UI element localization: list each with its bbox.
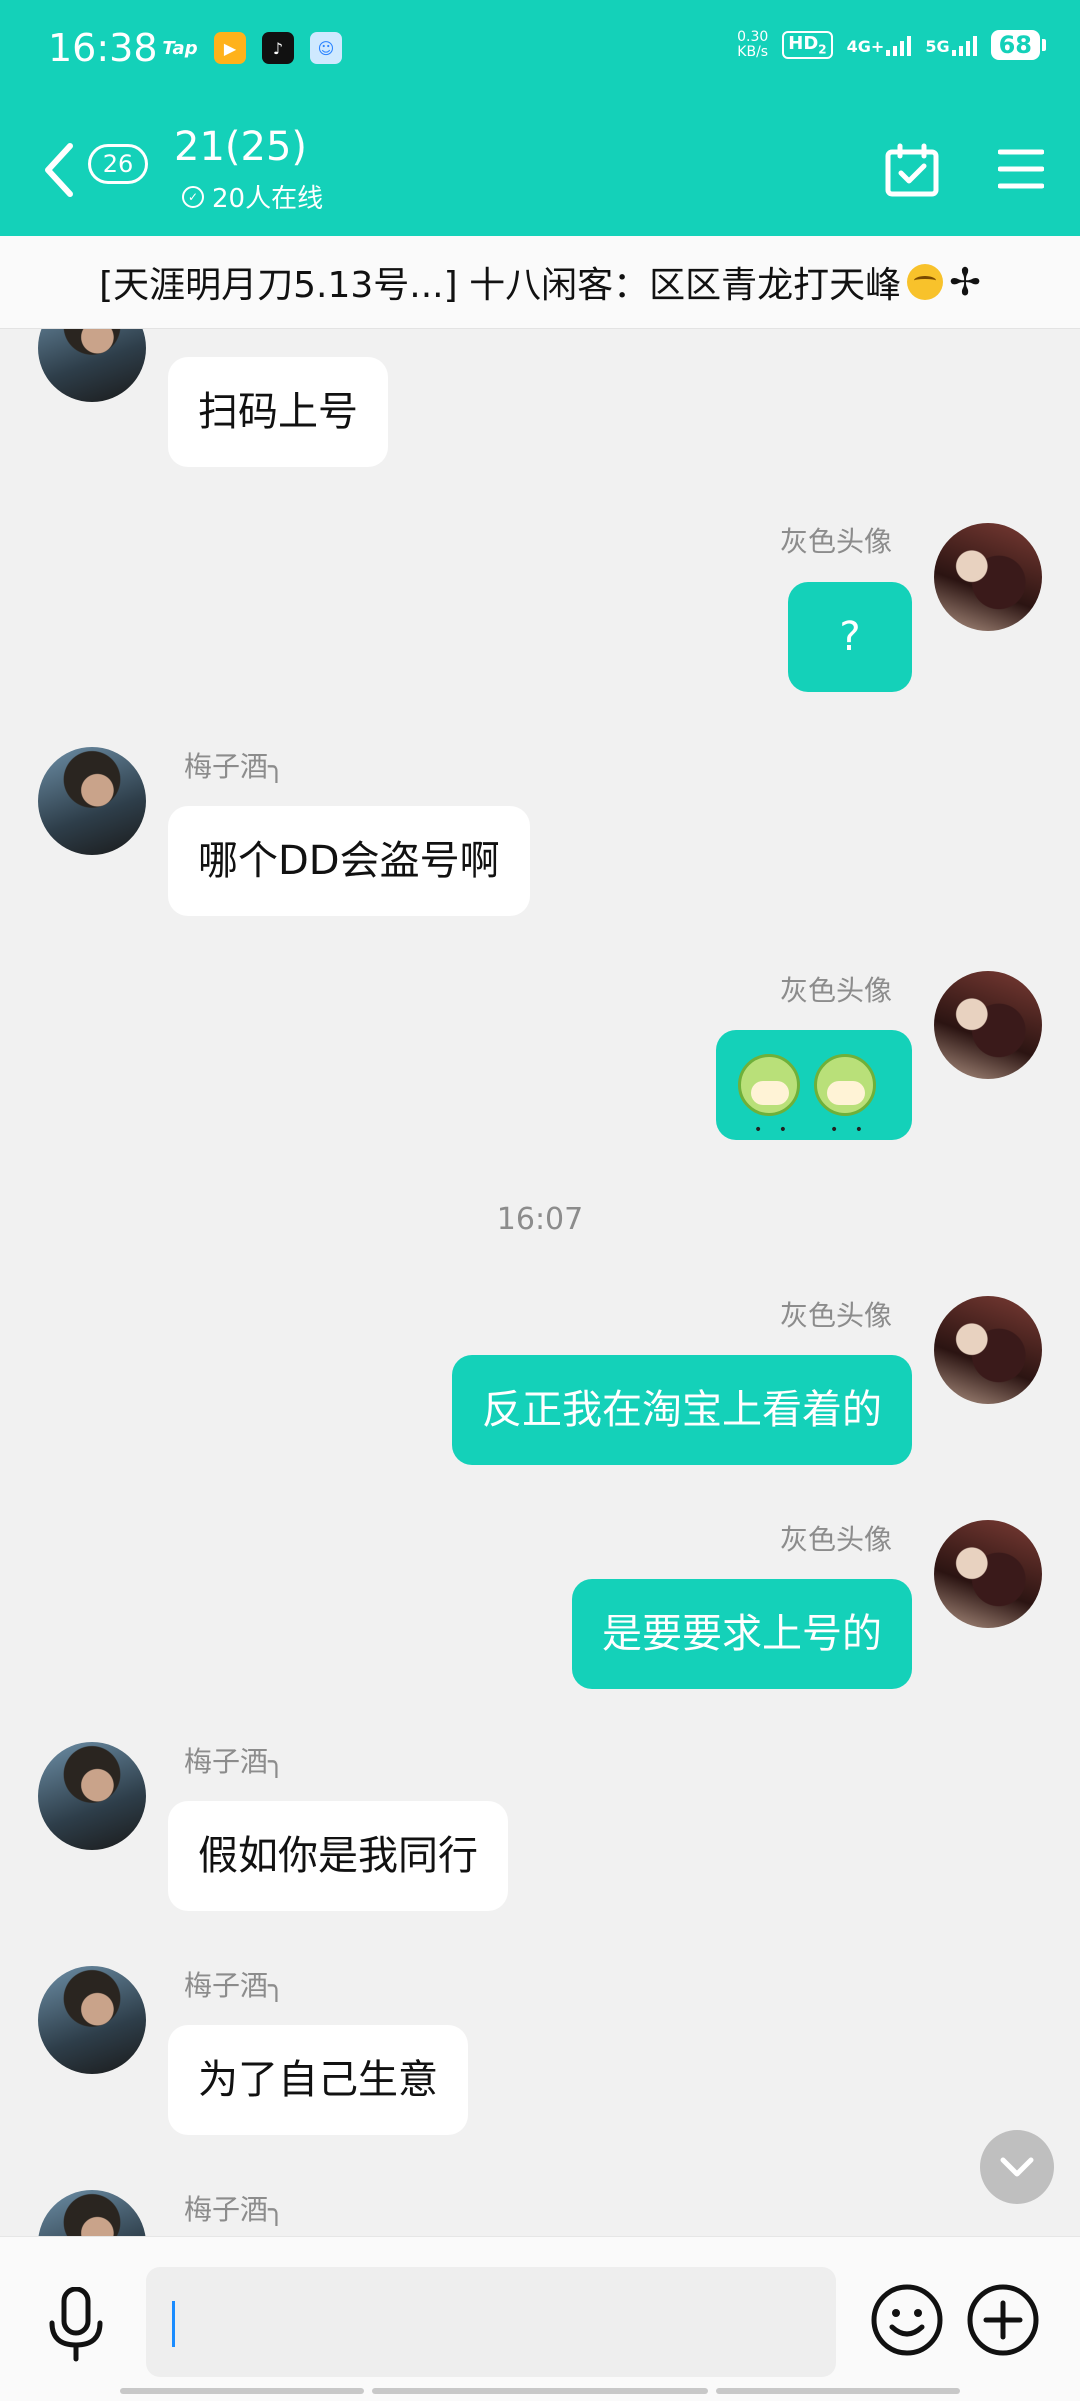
sender-avatar[interactable] (38, 1742, 146, 1850)
my-avatar[interactable] (934, 971, 1042, 1079)
grin-emoji-icon (907, 264, 944, 300)
message-bubble[interactable]: 反正我在淘宝上看着的 (452, 1355, 912, 1465)
signal-5g-label: 5G (925, 37, 950, 56)
sender-name: 灰色头像 (779, 525, 892, 558)
announcement-text: [天涯明月刀5.13号...] 十八闲客：区区青龙打天峰 (99, 265, 902, 306)
network-speed: 0.30 KB/s (737, 30, 768, 60)
message-bubble[interactable]: 为了自己生意 (168, 2025, 468, 2135)
scroll-to-bottom-button[interactable] (980, 2130, 1054, 2204)
hd-label: HD (788, 33, 819, 55)
gesture-bar-segment (120, 2388, 364, 2394)
battery-icon: 68 (990, 30, 1047, 60)
menu-icon[interactable] (998, 146, 1044, 192)
sender-name: 灰色头像 (779, 1299, 892, 1332)
plus-icon[interactable] (966, 2283, 1040, 2357)
hd-sub: 2 (818, 42, 827, 57)
announcement-bar[interactable]: [天涯明月刀5.13号...] 十八闲客：区区青龙打天峰 ✢ (0, 236, 1080, 329)
cabbage-dog-sticker-icon (738, 1054, 800, 1185)
sender-name: 梅子酒╮ (184, 2193, 285, 2226)
cabbage-dog-sticker-icon (814, 1054, 876, 1185)
microphone-icon[interactable] (44, 2287, 108, 2363)
network-speed-unit: KB/s (737, 44, 769, 60)
top-bar: 16:38 Tap ▶ ♪ ☺ 0.30 KB/s HD2 4G+ 5G 68 (0, 0, 1080, 236)
sender-avatar[interactable] (38, 1966, 146, 2074)
tap-app-icon: Tap (162, 37, 198, 59)
message-bubble[interactable]: 哪个DD会盗号啊 (168, 806, 530, 916)
my-avatar[interactable] (934, 1520, 1042, 1628)
message-bubble[interactable]: 扫码上号 (168, 357, 388, 467)
calendar-check-icon[interactable] (884, 142, 940, 198)
text-caret (172, 2301, 175, 2347)
message-bubble[interactable]: 是要要求上号的 (572, 1579, 912, 1689)
sender-name: 梅子酒╮ (184, 1745, 285, 1778)
sender-avatar[interactable] (38, 747, 146, 855)
online-status: ✓ 20人在线 (182, 178, 323, 215)
sender-avatar[interactable] (38, 329, 146, 402)
status-bar: 16:38 Tap ▶ ♪ ☺ 0.30 KB/s HD2 4G+ 5G 68 (0, 0, 1080, 100)
message-bubble[interactable]: 假如你是我同行 (168, 1801, 508, 1911)
message-bubble[interactable]: ? (788, 582, 912, 692)
message-timestamp: 16:07 (496, 1202, 584, 1237)
input-bar (0, 2236, 1080, 2401)
qq-app-icon: ☺ (310, 32, 342, 64)
online-check-icon: ✓ (182, 185, 204, 208)
chat-message-list[interactable]: 扫码上号 灰色头像 ? 梅子酒╮ 哪个DD会盗号啊 灰色头像 16:07 灰色头… (0, 329, 1080, 2236)
sender-name: 灰色头像 (779, 1523, 892, 1556)
back-arrow-icon[interactable] (40, 140, 76, 200)
network-speed-value: 0.30 (737, 29, 769, 45)
anger-emoji-icon: ✢ (949, 260, 981, 304)
sender-name: 梅子酒╮ (184, 750, 285, 783)
sender-name: 灰色头像 (779, 974, 892, 1007)
status-time: 16:38 (48, 26, 158, 70)
chat-header: 26 21(25) ✓ 20人在线 (0, 110, 1080, 236)
sender-name: 梅子酒╮ (184, 1969, 285, 2002)
status-indicators: 0.30 KB/s HD2 4G+ 5G 68 (737, 30, 1047, 60)
signal-5g-icon: 5G (925, 34, 977, 56)
signal-4g-label: 4G+ (846, 37, 885, 56)
group-title: 21(25) (174, 124, 308, 170)
status-app-icons: Tap ▶ ♪ ☺ (162, 32, 342, 64)
emoji-icon[interactable] (870, 2283, 944, 2357)
signal-4g-icon: 4G+ (847, 34, 912, 56)
hd-voice-icon: HD2 (782, 31, 833, 59)
my-avatar[interactable] (934, 523, 1042, 631)
online-count: 20人在线 (212, 184, 324, 214)
tiktok-app-icon: ♪ (262, 32, 294, 64)
message-input[interactable] (146, 2267, 836, 2377)
chevron-down-icon (1000, 2157, 1034, 2177)
gesture-bar-segment (716, 2388, 960, 2394)
sender-avatar[interactable] (38, 2190, 146, 2236)
unread-count-badge[interactable]: 26 (88, 144, 148, 184)
my-avatar[interactable] (934, 1296, 1042, 1404)
gesture-bar-segment (372, 2388, 708, 2394)
sticker-message[interactable] (716, 1030, 912, 1185)
game-app-icon: ▶ (214, 32, 246, 64)
